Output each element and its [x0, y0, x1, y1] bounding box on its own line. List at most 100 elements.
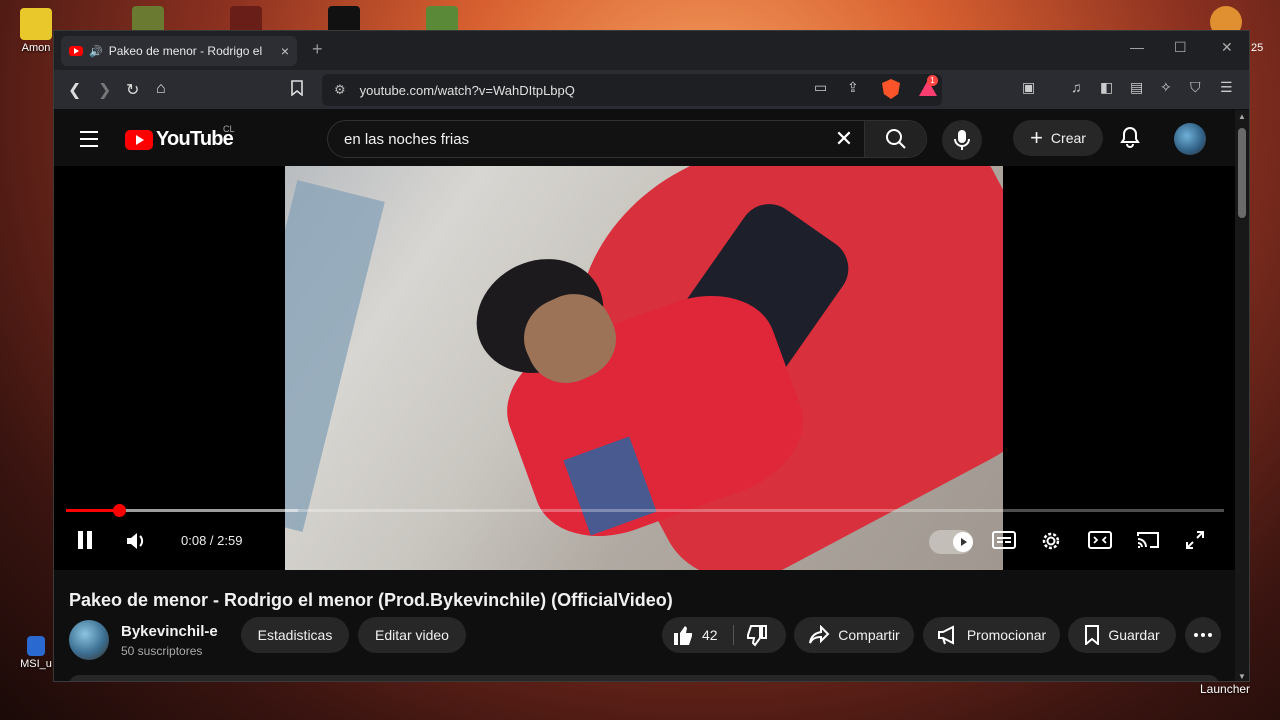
pause-button[interactable]: [77, 530, 93, 555]
description-box[interactable]: [69, 675, 1219, 681]
fullscreen-icon: [1186, 531, 1204, 549]
save-label: Guardar: [1108, 627, 1160, 643]
reader-mode-icon[interactable]: ▣: [1022, 79, 1035, 96]
tab-bar: 🔊 Pakeo de menor - Rodrigo el × + — ☐ ✕: [54, 31, 1249, 70]
search-input[interactable]: en las noches frias: [328, 131, 824, 148]
share-icon: [809, 625, 830, 644]
maximize-button[interactable]: ☐: [1174, 39, 1187, 56]
back-icon[interactable]: ❮: [68, 80, 81, 100]
mute-button[interactable]: [125, 530, 147, 557]
theater-mode-button[interactable]: [1088, 530, 1112, 555]
wallet-icon[interactable]: ▤: [1130, 79, 1143, 96]
reload-icon[interactable]: ↻: [126, 80, 139, 100]
more-horizontal-icon: [1194, 633, 1212, 637]
scroll-down-icon[interactable]: ▼: [1238, 672, 1246, 681]
site-settings-icon[interactable]: ⚙: [334, 82, 346, 98]
url-text[interactable]: youtube.com/watch?v=WahDItpLbpQ: [360, 83, 575, 98]
save-button[interactable]: Guardar: [1068, 617, 1176, 653]
home-icon[interactable]: ⌂: [156, 80, 166, 98]
desktop-icon-label: Amon: [21, 42, 51, 54]
clear-search-icon[interactable]: ✕: [824, 126, 864, 152]
time-display: 0:08 / 2:59: [181, 533, 243, 548]
navigation-bar: ❮ ❯ ↻ ⌂ ⚙ youtube.com/watch?v=WahDItpLbp…: [54, 70, 1249, 109]
search-button[interactable]: [864, 121, 926, 157]
bookmark-icon[interactable]: [290, 80, 304, 101]
forward-icon[interactable]: ❯: [98, 80, 111, 100]
progress-bar[interactable]: [66, 504, 1224, 517]
country-code: CL: [223, 124, 235, 134]
search-icon: [885, 129, 906, 149]
youtube-logo[interactable]: YouTube CL: [125, 124, 235, 151]
subscriber-count: 50 suscriptores: [121, 644, 203, 658]
volume-icon: [127, 533, 144, 549]
account-avatar[interactable]: [1174, 123, 1206, 155]
tab-title: Pakeo de menor - Rodrigo el: [108, 44, 263, 58]
share-label: Compartir: [838, 627, 900, 643]
youtube-favicon-icon: [69, 46, 83, 56]
guide-menu-icon[interactable]: [80, 131, 98, 152]
youtube-play-icon: [125, 129, 153, 150]
desktop-icon-among-us[interactable]: Amon: [14, 8, 58, 54]
youtube-wordmark: YouTube: [156, 128, 234, 150]
new-tab-button[interactable]: +: [312, 39, 323, 60]
channel-name[interactable]: Bykevinchil-e: [121, 623, 218, 640]
like-dislike-group: 42: [662, 617, 786, 653]
channel-avatar[interactable]: [69, 620, 109, 660]
menu-icon[interactable]: ☰: [1220, 79, 1233, 96]
vpn-icon[interactable]: ⛉: [1190, 79, 1201, 96]
desktop-label-launcher[interactable]: Launcher: [1200, 682, 1250, 696]
youtube-page: YouTube CL en las noches frias ✕ + Crear: [54, 110, 1237, 681]
settings-button[interactable]: [1040, 530, 1062, 557]
subtitles-button[interactable]: [992, 530, 1016, 555]
share-button[interactable]: Compartir: [794, 617, 914, 653]
close-window-button[interactable]: ✕: [1221, 39, 1233, 56]
video-player[interactable]: 0:08 / 2:59: [54, 166, 1237, 570]
like-separator: [733, 625, 734, 645]
stats-button[interactable]: Estadisticas: [241, 617, 349, 653]
fullscreen-button[interactable]: [1185, 530, 1205, 555]
browser-tab-active[interactable]: 🔊 Pakeo de menor - Rodrigo el ×: [61, 36, 297, 66]
share-page-icon[interactable]: ⇪: [847, 79, 859, 96]
page-scrollbar[interactable]: ▲ ▼: [1235, 110, 1249, 681]
edit-video-label: Editar video: [375, 627, 449, 643]
theater-icon: [1088, 531, 1112, 549]
microphone-icon: [954, 130, 970, 150]
desktop-label-fragment: 25: [1251, 42, 1264, 54]
browser-window: 🔊 Pakeo de menor - Rodrigo el × + — ☐ ✕ …: [53, 30, 1250, 682]
scrollbar-thumb[interactable]: [1238, 128, 1246, 218]
desktop-icon-label: MSI_u: [20, 658, 52, 670]
edit-video-button[interactable]: Editar video: [358, 617, 466, 653]
megaphone-icon: [937, 625, 954, 645]
autoplay-toggle[interactable]: [929, 530, 973, 554]
minimize-button[interactable]: —: [1130, 39, 1144, 55]
rewards-badge: 1: [927, 75, 938, 86]
stats-label: Estadisticas: [257, 627, 333, 643]
like-count: 42: [702, 627, 718, 643]
search-box[interactable]: en las noches frias ✕: [327, 120, 927, 158]
scroll-up-icon[interactable]: ▲: [1238, 112, 1246, 121]
leo-ai-icon[interactable]: ✧: [1160, 79, 1172, 96]
video-title: Pakeo de menor - Rodrigo el menor (Prod.…: [69, 590, 673, 610]
media-icon[interactable]: ♫: [1071, 79, 1082, 95]
plus-icon: +: [1030, 125, 1043, 150]
bookmark-icon: [1085, 625, 1100, 645]
more-actions-button[interactable]: [1185, 617, 1221, 653]
cast-button[interactable]: [1136, 530, 1160, 555]
voice-search-button[interactable]: [942, 120, 982, 160]
scrubber-handle[interactable]: [113, 504, 127, 517]
promote-label: Promocionar: [966, 627, 1047, 643]
dislike-button[interactable]: [746, 625, 768, 652]
install-app-icon[interactable]: ▭: [814, 79, 827, 96]
speaker-icon[interactable]: 🔊: [89, 45, 103, 58]
tab-close-icon[interactable]: ×: [281, 43, 289, 59]
sidebar-icon[interactable]: ◧: [1100, 79, 1113, 96]
among-us-icon: [20, 8, 52, 40]
create-button[interactable]: + Crear: [1013, 120, 1103, 156]
youtube-header: YouTube CL en las noches frias ✕ + Crear: [54, 110, 1237, 166]
desktop-icon-msi[interactable]: MSI_u: [16, 636, 56, 670]
notifications-button[interactable]: [1120, 126, 1140, 153]
create-label: Crear: [1050, 130, 1086, 146]
like-button[interactable]: [672, 624, 694, 651]
promote-button[interactable]: Promocionar: [923, 617, 1060, 653]
played-bar: [66, 509, 120, 512]
